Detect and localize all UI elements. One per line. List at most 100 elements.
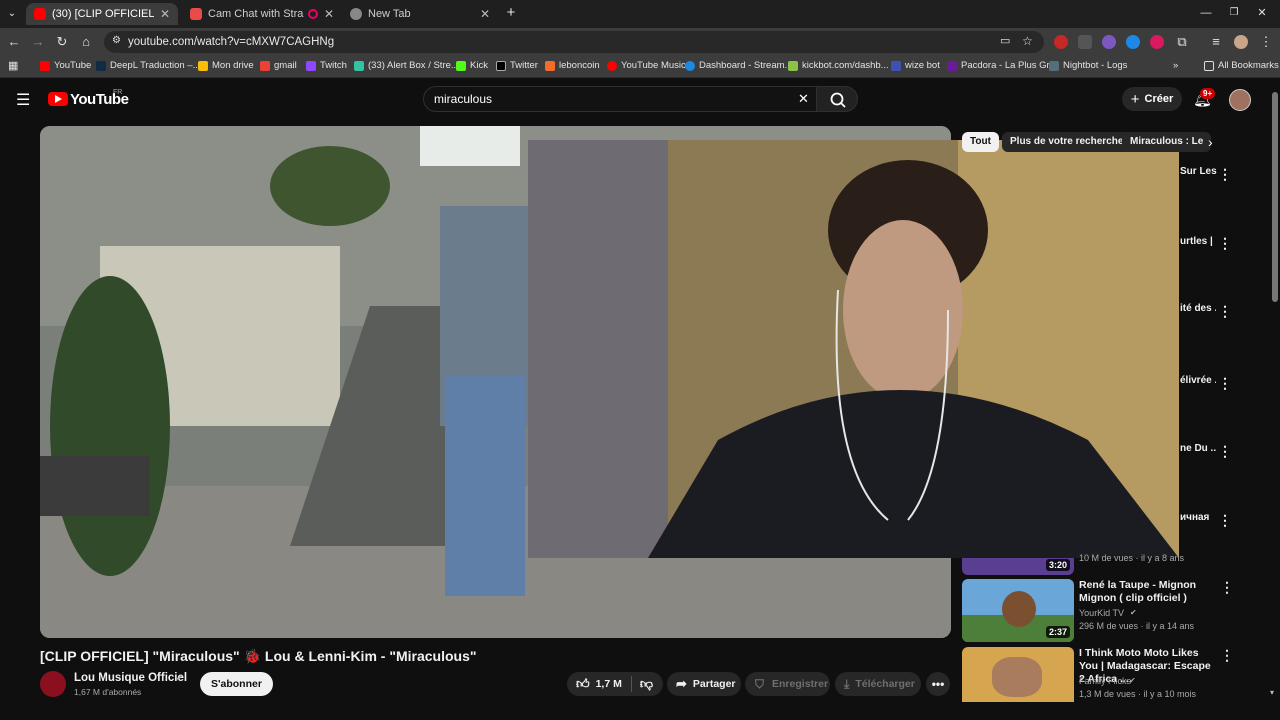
search-button[interactable]	[816, 86, 858, 112]
bookmark-item[interactable]: (33) Alert Box / Stre...	[354, 60, 459, 71]
youtube-logo-icon[interactable]	[48, 92, 68, 106]
more-options-icon[interactable]: ⋮	[1218, 443, 1232, 460]
chip-miraculous[interactable]: Miraculous : Le	[1122, 132, 1212, 152]
bookmark-item[interactable]: DeepL Traduction –...	[96, 60, 200, 71]
rec-channel[interactable]: Family Flicks	[1079, 676, 1131, 686]
extension-icon[interactable]	[1150, 35, 1164, 49]
share-button[interactable]: ➦ Partager	[667, 672, 741, 696]
rec-title-fragment[interactable]: élivrée ...s")	[1180, 375, 1216, 386]
minimize-icon[interactable]: —	[1198, 5, 1214, 21]
rec-title[interactable]: René la Taupe - Mignon Mignon ( clip off…	[1079, 579, 1219, 605]
page-scrollbar[interactable]	[1272, 92, 1278, 302]
bookmark-item[interactable]: gmail	[260, 60, 297, 71]
tab-newtab[interactable]: New Tab ✕	[342, 3, 498, 25]
rec-title-fragment[interactable]: Sur Les	[1180, 166, 1217, 177]
rec-item[interactable]: I Think Moto Moto Likes You | Madagascar…	[962, 647, 1262, 702]
restore-icon[interactable]: ❐	[1226, 5, 1242, 21]
search-input[interactable]: miraculous ✕	[423, 86, 817, 112]
subscribe-button[interactable]: S'abonner	[200, 672, 273, 696]
bookmark-item[interactable]: YouTube Music	[607, 60, 686, 71]
bookmark-item[interactable]: Dashboard - Stream...	[685, 60, 792, 71]
apps-grid-icon[interactable]: ▦	[8, 59, 18, 72]
chrome-favicon-icon	[350, 8, 362, 20]
bookmarks-overflow-icon[interactable]: »	[1173, 60, 1178, 71]
rec-title-fragment[interactable]: ne Du ...VIDEO ...	[1180, 443, 1216, 454]
all-bookmarks-folder[interactable]: All Bookmarks	[1204, 60, 1279, 71]
dislike-icon[interactable]: 👎︎	[640, 676, 653, 692]
forward-icon[interactable]: →	[30, 34, 46, 50]
more-options-icon[interactable]: ⋮	[1218, 166, 1232, 183]
adblock-icon[interactable]	[1054, 35, 1068, 49]
rec-thumbnail[interactable]: 3:20	[962, 558, 1074, 575]
like-count[interactable]: 1,7 M	[596, 678, 622, 690]
more-options-icon[interactable]: ⋮	[1218, 512, 1232, 529]
rec-title-fragment[interactable]: urtles | ...eledeo...	[1180, 235, 1216, 248]
clear-search-icon[interactable]: ✕	[798, 91, 809, 107]
reading-list-icon[interactable]: ≡	[1208, 34, 1224, 50]
more-options-icon[interactable]: ⋮	[1220, 579, 1234, 596]
tab-camchat[interactable]: Cam Chat with Strangers on ✕	[182, 3, 342, 25]
chips-next-icon[interactable]: ›	[1208, 134, 1213, 150]
more-options-icon[interactable]: ⋮	[1220, 647, 1234, 664]
bookmark-item[interactable]: Mon drive	[198, 60, 254, 71]
rec-item[interactable]: 2:37 René la Taupe - Mignon Mignon ( cli…	[962, 579, 1262, 642]
chip-related[interactable]: Plus de votre recherche	[1002, 132, 1132, 152]
rec-title-fragment[interactable]: ичная	[1180, 512, 1209, 523]
chrome-menu-icon[interactable]: ⋮	[1258, 34, 1274, 50]
tab-youtube[interactable]: (30) [CLIP OFFICIEL] "Miraculous" ✕	[26, 3, 178, 25]
scroll-down-icon[interactable]: ▾	[1270, 688, 1274, 697]
verified-icon: ✔	[1130, 608, 1137, 617]
bookmark-star-icon[interactable]: ☆	[1022, 34, 1033, 48]
hamburger-menu-icon[interactable]: ☰	[16, 90, 30, 110]
bookmark-item[interactable]: kickbot.com/dashb...	[788, 60, 889, 71]
more-options-icon[interactable]: ⋮	[1218, 375, 1232, 392]
more-options-icon[interactable]: ⋮	[1218, 235, 1232, 252]
more-options-icon[interactable]: ⋮	[1218, 303, 1232, 320]
bookmark-item[interactable]: wize bot	[891, 60, 940, 71]
channel-name[interactable]: Lou Musique Officiel	[74, 672, 187, 684]
close-tab-icon[interactable]: ✕	[318, 7, 334, 21]
like-icon[interactable]: 👍︎	[576, 676, 590, 692]
bookmark-item[interactable]: Kick	[456, 60, 488, 71]
extensions-puzzle-icon[interactable]: ⧉	[1174, 34, 1190, 50]
extension-icon[interactable]	[1078, 35, 1092, 49]
new-tab-button[interactable]: +	[503, 5, 519, 21]
tab-title: Cam Chat with Strangers on	[208, 8, 304, 20]
extension-icon[interactable]	[1126, 35, 1140, 49]
more-actions-icon[interactable]: •••	[926, 672, 950, 696]
profile-avatar-icon[interactable]	[1234, 35, 1248, 49]
rec-channel[interactable]: YourKid TV	[1079, 608, 1124, 618]
create-button[interactable]: + Créer	[1122, 87, 1182, 111]
rec-meta: 296 M de vues · il y a 14 ans	[1079, 621, 1195, 631]
bookmark-item[interactable]: Twitch	[306, 60, 347, 71]
window-close-icon[interactable]: ✕	[1254, 5, 1270, 21]
tab-search-icon[interactable]: ⌄	[4, 6, 20, 22]
close-tab-icon[interactable]: ✕	[474, 7, 490, 21]
share-arrow-icon: ➦	[676, 676, 687, 691]
account-avatar[interactable]	[1229, 89, 1251, 111]
save-button[interactable]: ⛉ Enregistrer	[745, 672, 830, 696]
bookmark-item[interactable]: Twitter	[496, 60, 538, 71]
bookmarks-bar: ▦ YouTube DeepL Traduction –... Mon driv…	[0, 56, 1280, 78]
address-bar[interactable]: ⚙ youtube.com/watch?v=cMXW7CAGHNg ▭ ☆	[104, 31, 1044, 53]
extension-icon[interactable]	[1102, 35, 1116, 49]
site-info-icon[interactable]: ⚙	[112, 35, 121, 46]
home-icon[interactable]: ⌂	[78, 34, 94, 50]
rec-thumbnail[interactable]	[962, 647, 1074, 702]
url-text: youtube.com/watch?v=cMXW7CAGHNg	[128, 36, 335, 48]
close-tab-icon[interactable]: ✕	[154, 7, 170, 21]
bookmark-item[interactable]: Pacdora - La Plus Gr...	[947, 60, 1057, 71]
chip-all[interactable]: Tout	[962, 132, 999, 152]
channel-avatar[interactable]	[40, 671, 66, 697]
tab-title: New Tab	[368, 8, 411, 20]
back-icon[interactable]: ←	[6, 34, 22, 50]
rec-thumbnail[interactable]: 2:37	[962, 579, 1074, 642]
bookmark-item[interactable]: YouTube	[40, 60, 91, 71]
rec-title-fragment[interactable]: ité des ...s Neig...	[1180, 303, 1216, 314]
cast-icon[interactable]: ▭	[1000, 34, 1010, 47]
reload-icon[interactable]: ↻	[54, 34, 70, 50]
video-title: [CLIP OFFICIEL] "Miraculous" 🐞 Lou & Len…	[40, 648, 477, 664]
bookmark-item[interactable]: leboncoin	[545, 60, 600, 71]
bookmark-item[interactable]: Nightbot - Logs	[1049, 60, 1127, 71]
download-button[interactable]: ⤓ Télécharger	[835, 672, 921, 696]
